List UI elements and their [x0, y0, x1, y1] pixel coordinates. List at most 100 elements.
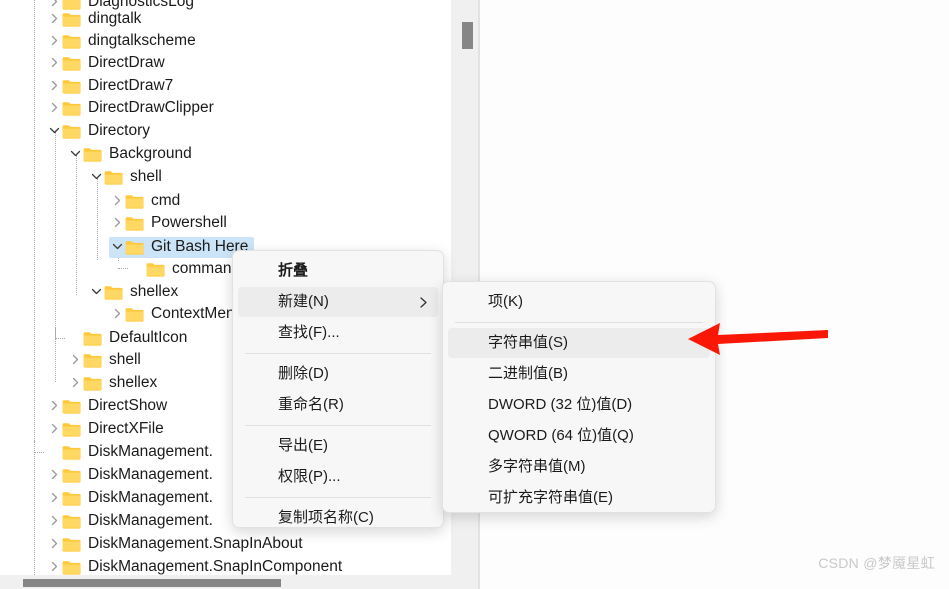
chevron-down-icon[interactable]: [88, 281, 104, 303]
registry-key-row[interactable]: shell: [0, 349, 147, 371]
chevron-right-icon[interactable]: [46, 464, 62, 486]
folder-icon: [62, 79, 81, 94]
registry-key-row-hit[interactable]: DefaultIcon: [67, 328, 193, 349]
registry-key-row-hit[interactable]: dingtalk: [46, 9, 147, 30]
chevron-right-icon[interactable]: [109, 190, 125, 212]
chevron-right-icon[interactable]: [109, 303, 125, 325]
context-menu-item[interactable]: 重命名(R): [238, 390, 438, 420]
submenu-item[interactable]: 多字符串值(M): [448, 452, 710, 482]
chevron-right-icon[interactable]: [46, 97, 62, 119]
folder-icon: [62, 560, 81, 575]
registry-key-row[interactable]: shellex: [0, 281, 184, 303]
registry-key-row-hit[interactable]: DiskManagement.: [46, 511, 219, 532]
chevron-down-icon[interactable]: [109, 236, 125, 258]
chevron-right-icon[interactable]: [67, 372, 83, 394]
vertical-scrollbar-thumb[interactable]: [462, 22, 473, 49]
registry-key-row-hit[interactable]: Background: [67, 144, 198, 165]
registry-key-row-hit[interactable]: shell: [67, 350, 147, 371]
chevron-right-icon[interactable]: [46, 510, 62, 532]
registry-key-row[interactable]: DirectDrawClipper: [0, 97, 220, 119]
registry-key-row[interactable]: DirectDraw: [0, 52, 171, 74]
registry-key-row[interactable]: cmd: [0, 190, 186, 212]
context-menu-item[interactable]: 权限(P)...: [238, 462, 438, 492]
registry-key-row-hit[interactable]: DiskManagement.: [46, 465, 219, 486]
registry-key-label: DirectXFile: [88, 420, 164, 437]
chevron-right-icon[interactable]: [46, 52, 62, 74]
registry-key-row[interactable]: DirectDraw7: [0, 75, 179, 97]
registry-key-label: DiskManagement.: [88, 489, 213, 506]
registry-key-row[interactable]: shellex: [0, 372, 163, 394]
context-menu-item[interactable]: 查找(F)...: [238, 318, 438, 348]
submenu-item[interactable]: 项(K): [448, 287, 710, 317]
chevron-right-icon[interactable]: [46, 30, 62, 52]
registry-key-row-hit[interactable]: DirectShow: [46, 396, 173, 417]
registry-key-row[interactable]: DefaultIcon: [0, 327, 193, 349]
context-menu-item[interactable]: 导出(E): [238, 431, 438, 461]
registry-key-row[interactable]: DiskManagement.: [0, 487, 219, 509]
chevron-right-icon[interactable]: [46, 533, 62, 555]
chevron-down-icon[interactable]: [88, 166, 104, 188]
horizontal-scrollbar[interactable]: [0, 575, 478, 589]
chevron-right-icon[interactable]: [46, 8, 62, 30]
registry-key-row[interactable]: Background: [0, 143, 198, 165]
context-menu-item[interactable]: 复制项名称(C): [238, 503, 438, 533]
registry-key-row[interactable]: Git Bash Here: [0, 236, 255, 258]
registry-key-label: shell: [130, 168, 162, 185]
chevron-right-icon[interactable]: [46, 395, 62, 417]
chevron-down-icon[interactable]: [46, 120, 62, 142]
registry-key-row-hit[interactable]: DirectDraw: [46, 53, 171, 74]
folder-icon: [83, 147, 102, 162]
folder-icon: [83, 353, 102, 368]
context-menu[interactable]: 折叠 新建(N) 查找(F)... 删除(D) 重命名(R) 导出(E) 权限(P)... 复…: [232, 250, 444, 528]
registry-key-row[interactable]: shell: [0, 166, 168, 188]
registry-key-row[interactable]: DirectXFile: [0, 418, 170, 440]
registry-key-row-hit[interactable]: DirectDraw7: [46, 76, 179, 97]
chevron-right-icon[interactable]: [67, 349, 83, 371]
new-submenu[interactable]: 项(K) 字符串值(S) 二进制值(B) DWORD (32 位)值(D) QWORD …: [442, 281, 716, 513]
watermark-text: CSDN @梦魇星虹: [818, 555, 935, 571]
registry-key-row[interactable]: DiskManagement.SnapInComponent: [0, 556, 348, 575]
context-menu-item[interactable]: 新建(N): [238, 287, 438, 317]
registry-key-row[interactable]: dingtalk: [0, 8, 147, 30]
registry-key-row[interactable]: Powershell: [0, 212, 233, 234]
submenu-item[interactable]: 可扩充字符串值(E): [448, 483, 710, 513]
registry-key-row-hit[interactable]: Powershell: [109, 213, 233, 234]
registry-key-row[interactable]: DiskManagement.: [0, 510, 219, 532]
context-menu-item[interactable]: 删除(D): [238, 359, 438, 389]
registry-key-row-hit[interactable]: command: [130, 259, 246, 280]
menu-separator: [245, 497, 431, 498]
chevron-down-icon[interactable]: [67, 143, 83, 165]
registry-key-row-hit[interactable]: Directory: [46, 121, 156, 142]
registry-key-row[interactable]: command: [0, 258, 246, 280]
chevron-right-icon[interactable]: [46, 418, 62, 440]
registry-key-row-hit[interactable]: DiskManagement.: [46, 442, 219, 463]
context-menu-item-label: 权限(P)...: [278, 468, 341, 485]
submenu-item[interactable]: 二进制值(B): [448, 359, 710, 389]
registry-key-row[interactable]: DirectShow: [0, 395, 173, 417]
chevron-right-icon[interactable]: [46, 75, 62, 97]
registry-key-row-hit[interactable]: DirectDrawClipper: [46, 98, 220, 119]
context-menu-item[interactable]: 折叠: [238, 256, 438, 286]
horizontal-scrollbar-thumb[interactable]: [23, 579, 281, 587]
registry-key-row[interactable]: DiskManagement.: [0, 464, 219, 486]
registry-key-row[interactable]: DiskManagement.: [0, 441, 219, 463]
registry-key-row-hit[interactable]: DiskManagement.: [46, 488, 219, 509]
registry-key-row-hit[interactable]: DiskManagement.SnapInComponent: [46, 556, 348, 575]
submenu-item[interactable]: 字符串值(S): [448, 328, 710, 358]
registry-key-row-hit[interactable]: DirectXFile: [46, 419, 170, 440]
submenu-item[interactable]: DWORD (32 位)值(D): [448, 390, 710, 420]
registry-key-row-hit[interactable]: cmd: [109, 191, 186, 212]
submenu-item-label: 二进制值(B): [488, 365, 568, 382]
registry-key-row-hit[interactable]: shell: [88, 167, 168, 188]
chevron-right-icon[interactable]: [46, 556, 62, 575]
registry-key-row[interactable]: dingtalkscheme: [0, 30, 202, 52]
registry-key-row[interactable]: DiskManagement.SnapInAbout: [0, 533, 309, 555]
chevron-right-icon[interactable]: [46, 487, 62, 509]
registry-key-row-hit[interactable]: dingtalkscheme: [46, 31, 202, 52]
registry-key-row-hit[interactable]: shellex: [88, 282, 184, 303]
chevron-right-icon[interactable]: [109, 212, 125, 234]
registry-key-row-hit[interactable]: shellex: [67, 373, 163, 394]
registry-key-row-hit[interactable]: DiskManagement.SnapInAbout: [46, 534, 309, 555]
registry-key-row[interactable]: Directory: [0, 120, 156, 142]
submenu-item[interactable]: QWORD (64 位)值(Q): [448, 421, 710, 451]
